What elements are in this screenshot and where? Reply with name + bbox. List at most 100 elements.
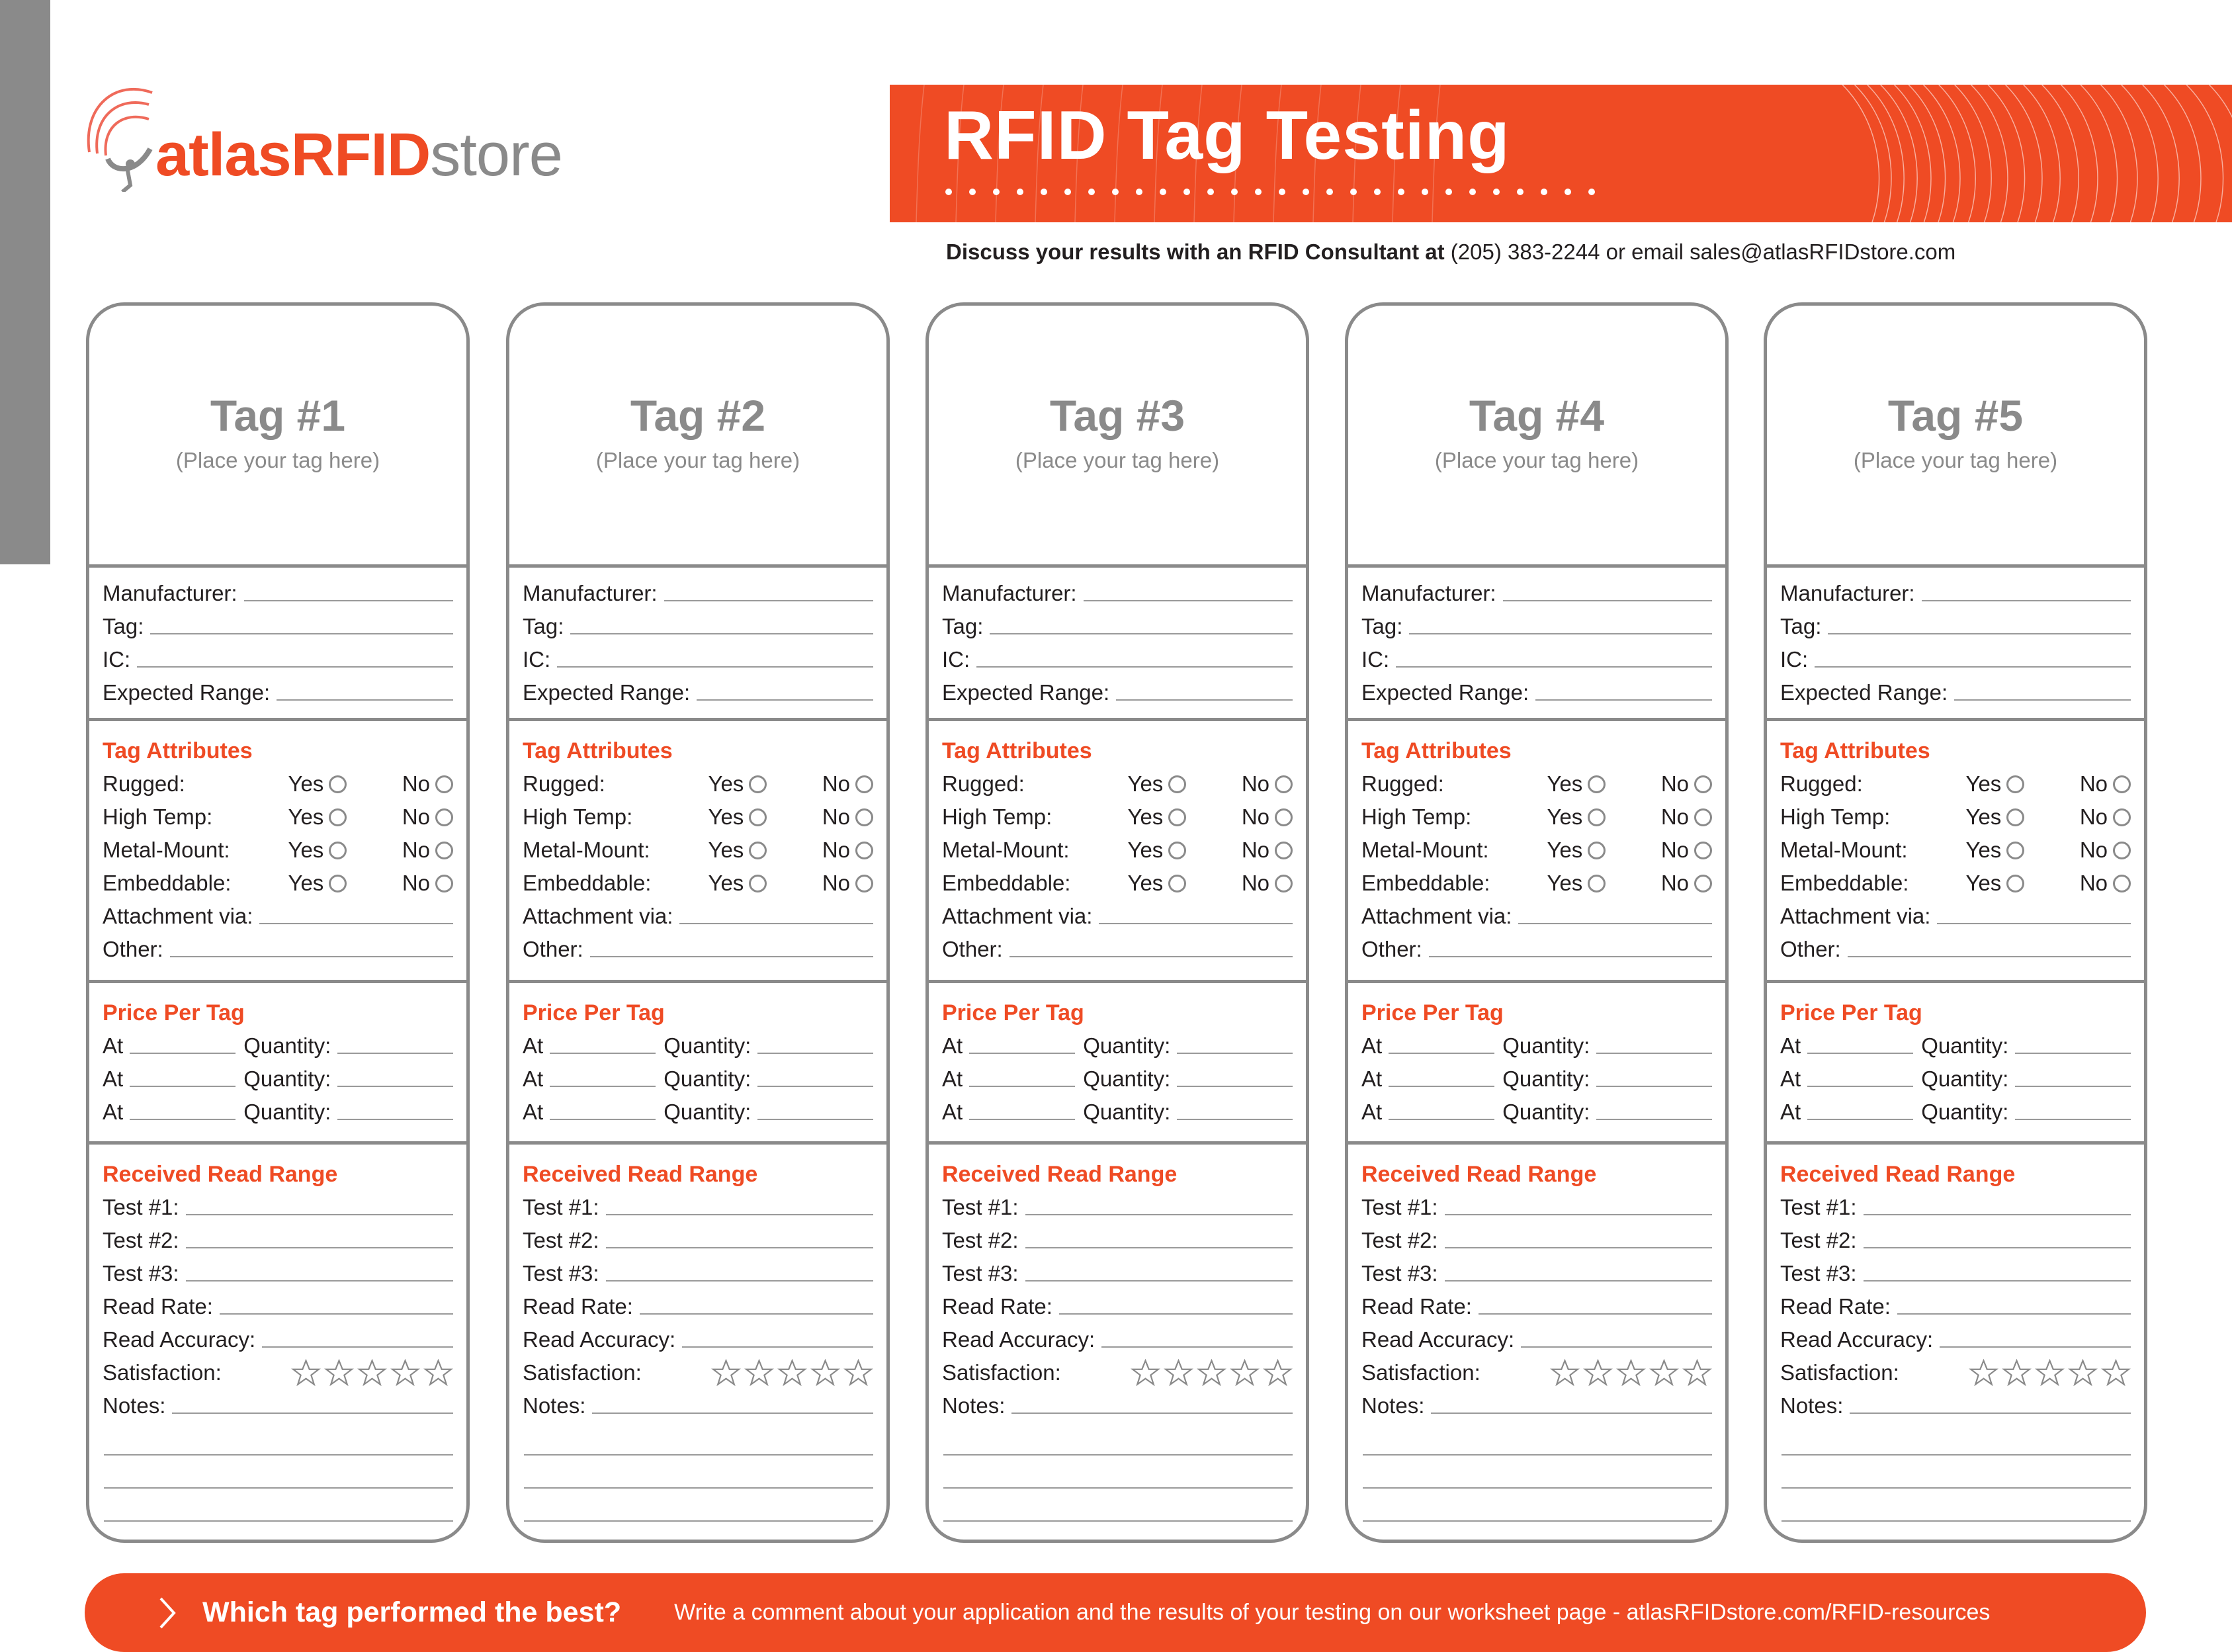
yes-radio[interactable] xyxy=(2006,808,2025,826)
fill-in-line[interactable] xyxy=(639,1313,873,1315)
no-option[interactable]: No xyxy=(1642,838,1712,863)
star-icon[interactable] xyxy=(2002,1359,2032,1387)
price-input-line[interactable] xyxy=(1389,1119,1495,1120)
fill-in-line[interactable] xyxy=(1518,923,1712,924)
star-icon[interactable] xyxy=(1131,1359,1160,1387)
fill-in-line[interactable] xyxy=(137,666,453,668)
fill-in-line[interactable] xyxy=(1850,1413,2131,1414)
star-icon[interactable] xyxy=(1230,1359,1260,1387)
no-radio[interactable] xyxy=(2113,841,2131,859)
quantity-input-line[interactable] xyxy=(1177,1086,1293,1087)
no-radio[interactable] xyxy=(1275,808,1293,826)
yes-option[interactable]: Yes xyxy=(708,838,802,863)
fill-in-line[interactable] xyxy=(1409,633,1712,634)
yes-radio[interactable] xyxy=(749,841,767,859)
fill-in-line[interactable] xyxy=(1921,600,2131,601)
star-icon[interactable] xyxy=(1197,1359,1226,1387)
fill-in-line[interactable] xyxy=(150,633,453,634)
price-input-line[interactable] xyxy=(1389,1053,1495,1054)
notes-line[interactable] xyxy=(1781,1422,2131,1456)
fill-in-line[interactable] xyxy=(277,699,453,701)
yes-radio[interactable] xyxy=(329,874,347,892)
yes-option[interactable]: Yes xyxy=(708,871,802,896)
no-option[interactable]: No xyxy=(1223,804,1293,830)
star-icon[interactable] xyxy=(390,1359,420,1387)
fill-in-line[interactable] xyxy=(1521,1346,1712,1348)
tag-placement-area[interactable]: Tag #2 (Place your tag here) xyxy=(509,306,886,568)
yes-radio[interactable] xyxy=(329,841,347,859)
yes-option[interactable]: Yes xyxy=(1965,871,2060,896)
notes-line[interactable] xyxy=(1363,1456,1712,1489)
yes-option[interactable]: Yes xyxy=(1127,771,1222,797)
fill-in-line[interactable] xyxy=(592,1413,873,1414)
contact-details[interactable]: (205) 383-2244 or email sales@atlasRFIDs… xyxy=(1445,239,1956,264)
quantity-input-line[interactable] xyxy=(337,1053,453,1054)
tag-placement-area[interactable]: Tag #4 (Place your tag here) xyxy=(1348,306,1725,568)
yes-option[interactable]: Yes xyxy=(288,771,382,797)
yes-option[interactable]: Yes xyxy=(708,771,802,797)
notes-line[interactable] xyxy=(1363,1489,1712,1522)
price-input-line[interactable] xyxy=(130,1119,236,1120)
star-icon[interactable] xyxy=(423,1359,453,1387)
star-icon[interactable] xyxy=(291,1359,321,1387)
fill-in-line[interactable] xyxy=(1847,956,2131,957)
fill-in-line[interactable] xyxy=(1863,1247,2131,1248)
quantity-input-line[interactable] xyxy=(1177,1053,1293,1054)
no-option[interactable]: No xyxy=(2061,838,2131,863)
fill-in-line[interactable] xyxy=(262,1346,453,1348)
fill-in-line[interactable] xyxy=(1828,633,2131,634)
yes-radio[interactable] xyxy=(329,775,347,793)
yes-radio[interactable] xyxy=(749,808,767,826)
fill-in-line[interactable] xyxy=(1431,1413,1712,1414)
star-rating[interactable] xyxy=(711,1359,873,1387)
fill-in-line[interactable] xyxy=(1897,1313,2131,1315)
no-radio[interactable] xyxy=(435,841,453,859)
price-input-line[interactable] xyxy=(550,1053,656,1054)
no-radio[interactable] xyxy=(1275,841,1293,859)
fill-in-line[interactable] xyxy=(185,1280,453,1282)
no-radio[interactable] xyxy=(435,775,453,793)
star-icon[interactable] xyxy=(810,1359,840,1387)
quantity-input-line[interactable] xyxy=(2015,1086,2131,1087)
quantity-input-line[interactable] xyxy=(2015,1119,2131,1120)
fill-in-line[interactable] xyxy=(243,600,453,601)
yes-radio[interactable] xyxy=(1588,808,1606,826)
notes-line[interactable] xyxy=(1781,1456,2131,1489)
fill-in-line[interactable] xyxy=(1937,923,2131,924)
fill-in-line[interactable] xyxy=(1535,699,1712,701)
notes-line[interactable] xyxy=(524,1422,873,1456)
fill-in-line[interactable] xyxy=(605,1247,873,1248)
notes-line[interactable] xyxy=(1781,1489,2131,1522)
star-icon[interactable] xyxy=(711,1359,741,1387)
price-input-line[interactable] xyxy=(969,1086,1076,1087)
no-option[interactable]: No xyxy=(383,871,453,896)
star-rating[interactable] xyxy=(1131,1359,1293,1387)
no-option[interactable]: No xyxy=(383,838,453,863)
quantity-input-line[interactable] xyxy=(337,1119,453,1120)
price-input-line[interactable] xyxy=(130,1053,236,1054)
fill-in-line[interactable] xyxy=(1502,600,1712,601)
no-radio[interactable] xyxy=(1694,874,1712,892)
no-option[interactable]: No xyxy=(1223,771,1293,797)
fill-in-line[interactable] xyxy=(1011,1413,1293,1414)
fill-in-line[interactable] xyxy=(1815,666,2131,668)
yes-radio[interactable] xyxy=(1168,808,1187,826)
notes-line[interactable] xyxy=(943,1489,1293,1522)
no-option[interactable]: No xyxy=(2061,871,2131,896)
fill-in-line[interactable] xyxy=(589,956,873,957)
fill-in-line[interactable] xyxy=(1009,956,1293,957)
no-radio[interactable] xyxy=(855,874,873,892)
no-radio[interactable] xyxy=(1694,775,1712,793)
yes-option[interactable]: Yes xyxy=(1965,771,2060,797)
fill-in-line[interactable] xyxy=(570,633,873,634)
star-icon[interactable] xyxy=(1164,1359,1193,1387)
notes-line[interactable] xyxy=(104,1489,453,1522)
no-option[interactable]: No xyxy=(2061,771,2131,797)
star-icon[interactable] xyxy=(2101,1359,2131,1387)
fill-in-line[interactable] xyxy=(169,956,453,957)
fill-in-line[interactable] xyxy=(185,1247,453,1248)
fill-in-line[interactable] xyxy=(605,1280,873,1282)
yes-option[interactable]: Yes xyxy=(1547,838,1641,863)
fill-in-line[interactable] xyxy=(1940,1346,2131,1348)
price-input-line[interactable] xyxy=(1389,1086,1495,1087)
